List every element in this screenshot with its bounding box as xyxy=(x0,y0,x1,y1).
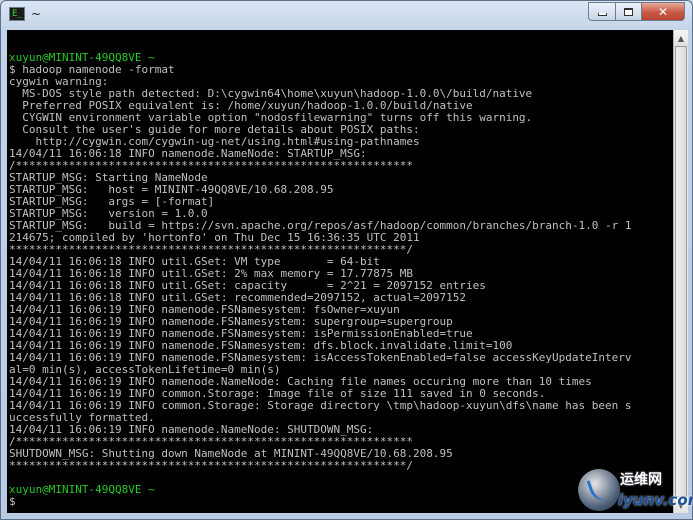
maximize-button[interactable] xyxy=(615,2,641,21)
terminal-line: xuyun@MININT-49QQ8VE ~ xyxy=(9,483,155,496)
terminal-line: $ xyxy=(9,495,16,508)
watermark-text-cn: 运维网 xyxy=(620,472,662,488)
terminal-line: ****************************************… xyxy=(9,459,413,472)
terminal-output[interactable]: xuyun@MININT-49QQ8VE ~ $ hadoop namenode … xyxy=(7,30,673,513)
window-controls: ✕ xyxy=(588,2,685,21)
site-watermark: 运维网 iyunv.com xyxy=(576,465,693,517)
minimize-button[interactable] xyxy=(588,2,615,21)
watermark-text-domain: iyunv.com xyxy=(618,491,693,509)
terminal-window: E_ ~ ✕ xuyun@MININT-49QQ8VE ~ $ hadoop na… xyxy=(0,0,693,520)
window-title: ~ xyxy=(31,7,42,21)
close-button[interactable]: ✕ xyxy=(641,2,685,21)
scroll-up-arrow-icon[interactable]: ▲ xyxy=(674,30,688,47)
minimize-icon xyxy=(597,13,607,16)
scrollbar-thumb[interactable] xyxy=(675,46,687,497)
vertical-scrollbar[interactable]: ▲ ▼ xyxy=(673,30,688,513)
cygwin-terminal-icon[interactable]: E_ xyxy=(9,7,25,21)
maximize-icon xyxy=(624,7,633,16)
terminal-lines: xuyun@MININT-49QQ8VE ~ $ hadoop namenode … xyxy=(9,40,632,508)
close-icon: ✕ xyxy=(657,4,669,19)
title-bar[interactable]: E_ ~ ✕ xyxy=(1,1,692,29)
